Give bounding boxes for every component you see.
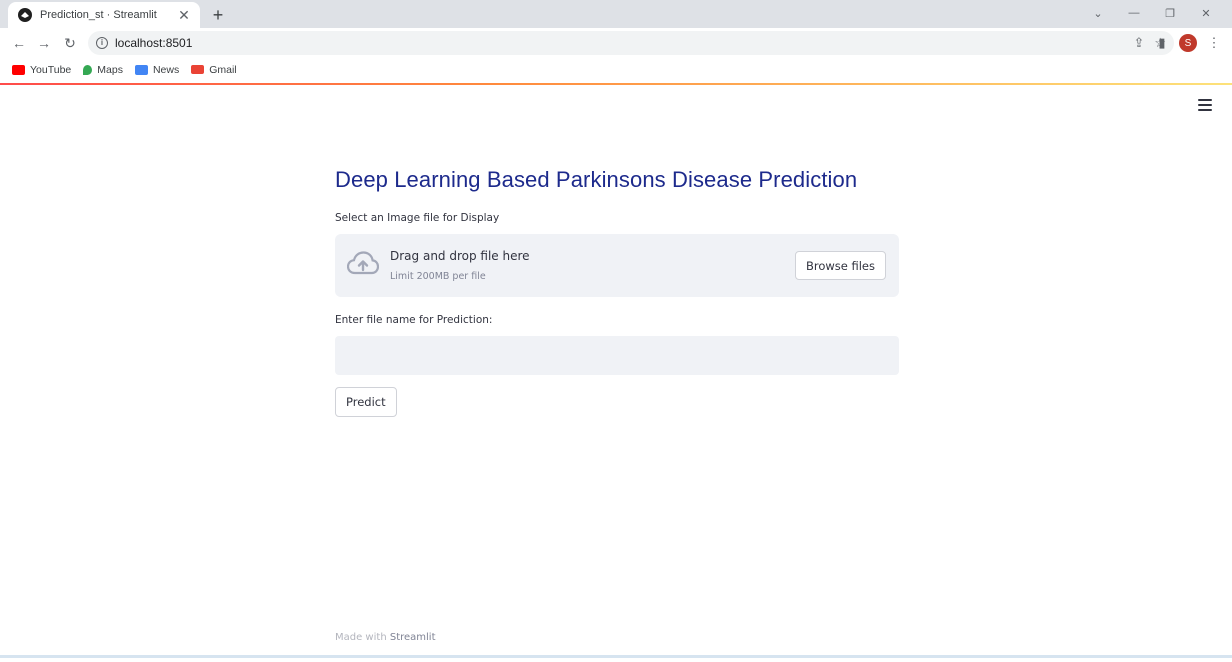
side-panel-icon[interactable]: ▮ [1152, 33, 1172, 53]
main-content: Deep Learning Based Parkinsons Disease P… [335, 160, 899, 417]
page-title: Deep Learning Based Parkinsons Disease P… [335, 167, 858, 192]
restore-button[interactable]: ❐ [1152, 4, 1188, 22]
bookmark-gmail[interactable]: Gmail [191, 63, 237, 76]
gmail-icon [191, 65, 205, 74]
minimize-button[interactable]: — [1116, 4, 1152, 22]
reload-icon[interactable]: ↻ [60, 33, 80, 53]
new-tab-button[interactable]: + [207, 4, 229, 26]
avatar-letter: S [1179, 34, 1197, 52]
browse-files-button[interactable]: Browse files [794, 251, 886, 280]
address-bar[interactable]: i localhost:8501 ⇪ ☆ [88, 31, 1174, 55]
predict-button[interactable]: Predict [335, 387, 397, 417]
bookmark-label: News [152, 63, 180, 76]
footer-prefix: Made with [335, 632, 390, 643]
main-menu-icon[interactable] [1198, 98, 1212, 112]
window-controls: ⌄ — ❐ ✕ [1080, 4, 1224, 22]
cloud-upload-icon [347, 251, 379, 275]
filename-label: Enter file name for Prediction: [335, 314, 493, 326]
browser-tab[interactable]: Prediction_st · Streamlit ✕ [8, 2, 200, 28]
bookmark-news[interactable]: News [134, 63, 180, 76]
share-icon[interactable]: ⇪ [1133, 35, 1144, 51]
site-info-icon[interactable]: i [96, 37, 108, 49]
tab-search-icon[interactable]: ⌄ [1080, 4, 1116, 22]
streamlit-decoration-line [0, 83, 1232, 85]
bottom-border [0, 655, 1232, 658]
youtube-icon [12, 64, 25, 75]
news-icon [134, 64, 148, 75]
filename-input[interactable] [335, 336, 899, 375]
tab-title: Prediction_st · Streamlit [40, 9, 157, 21]
browser-menu-icon[interactable]: ⋮ [1204, 33, 1224, 53]
upload-label: Select an Image file for Display [335, 212, 500, 224]
bookmark-youtube[interactable]: YouTube [12, 64, 71, 76]
bookmark-maps[interactable]: Maps [83, 64, 123, 76]
browser-toolbar: ← → ↻ i localhost:8501 ⇪ ☆ ▮ S ⋮ [0, 28, 1232, 57]
dropzone-limit: Limit 200MB per file [390, 271, 486, 282]
close-tab-icon[interactable]: ✕ [176, 7, 192, 24]
footer: Made with Streamlit [335, 632, 436, 643]
back-arrow-icon[interactable]: ← [9, 33, 29, 53]
close-window-button[interactable]: ✕ [1188, 4, 1224, 22]
url-text: localhost:8501 [115, 36, 193, 50]
bookmark-label: Maps [97, 63, 123, 76]
dropzone-title: Drag and drop file here [390, 249, 530, 263]
bookmarks-bar: YouTube Maps News Gmail [0, 57, 1232, 82]
footer-streamlit-link[interactable]: Streamlit [390, 632, 436, 643]
profile-avatar[interactable]: S [1178, 33, 1198, 53]
forward-arrow-icon[interactable]: → [34, 33, 54, 53]
browser-tabstrip: Prediction_st · Streamlit ✕ + ⌄ — ❐ ✕ [0, 0, 1232, 28]
bookmark-label: YouTube [30, 63, 72, 76]
file-dropzone[interactable]: Drag and drop file here Limit 200MB per … [335, 234, 899, 297]
bookmark-label: Gmail [209, 63, 237, 76]
maps-icon [83, 64, 93, 75]
streamlit-favicon-icon [18, 8, 32, 22]
